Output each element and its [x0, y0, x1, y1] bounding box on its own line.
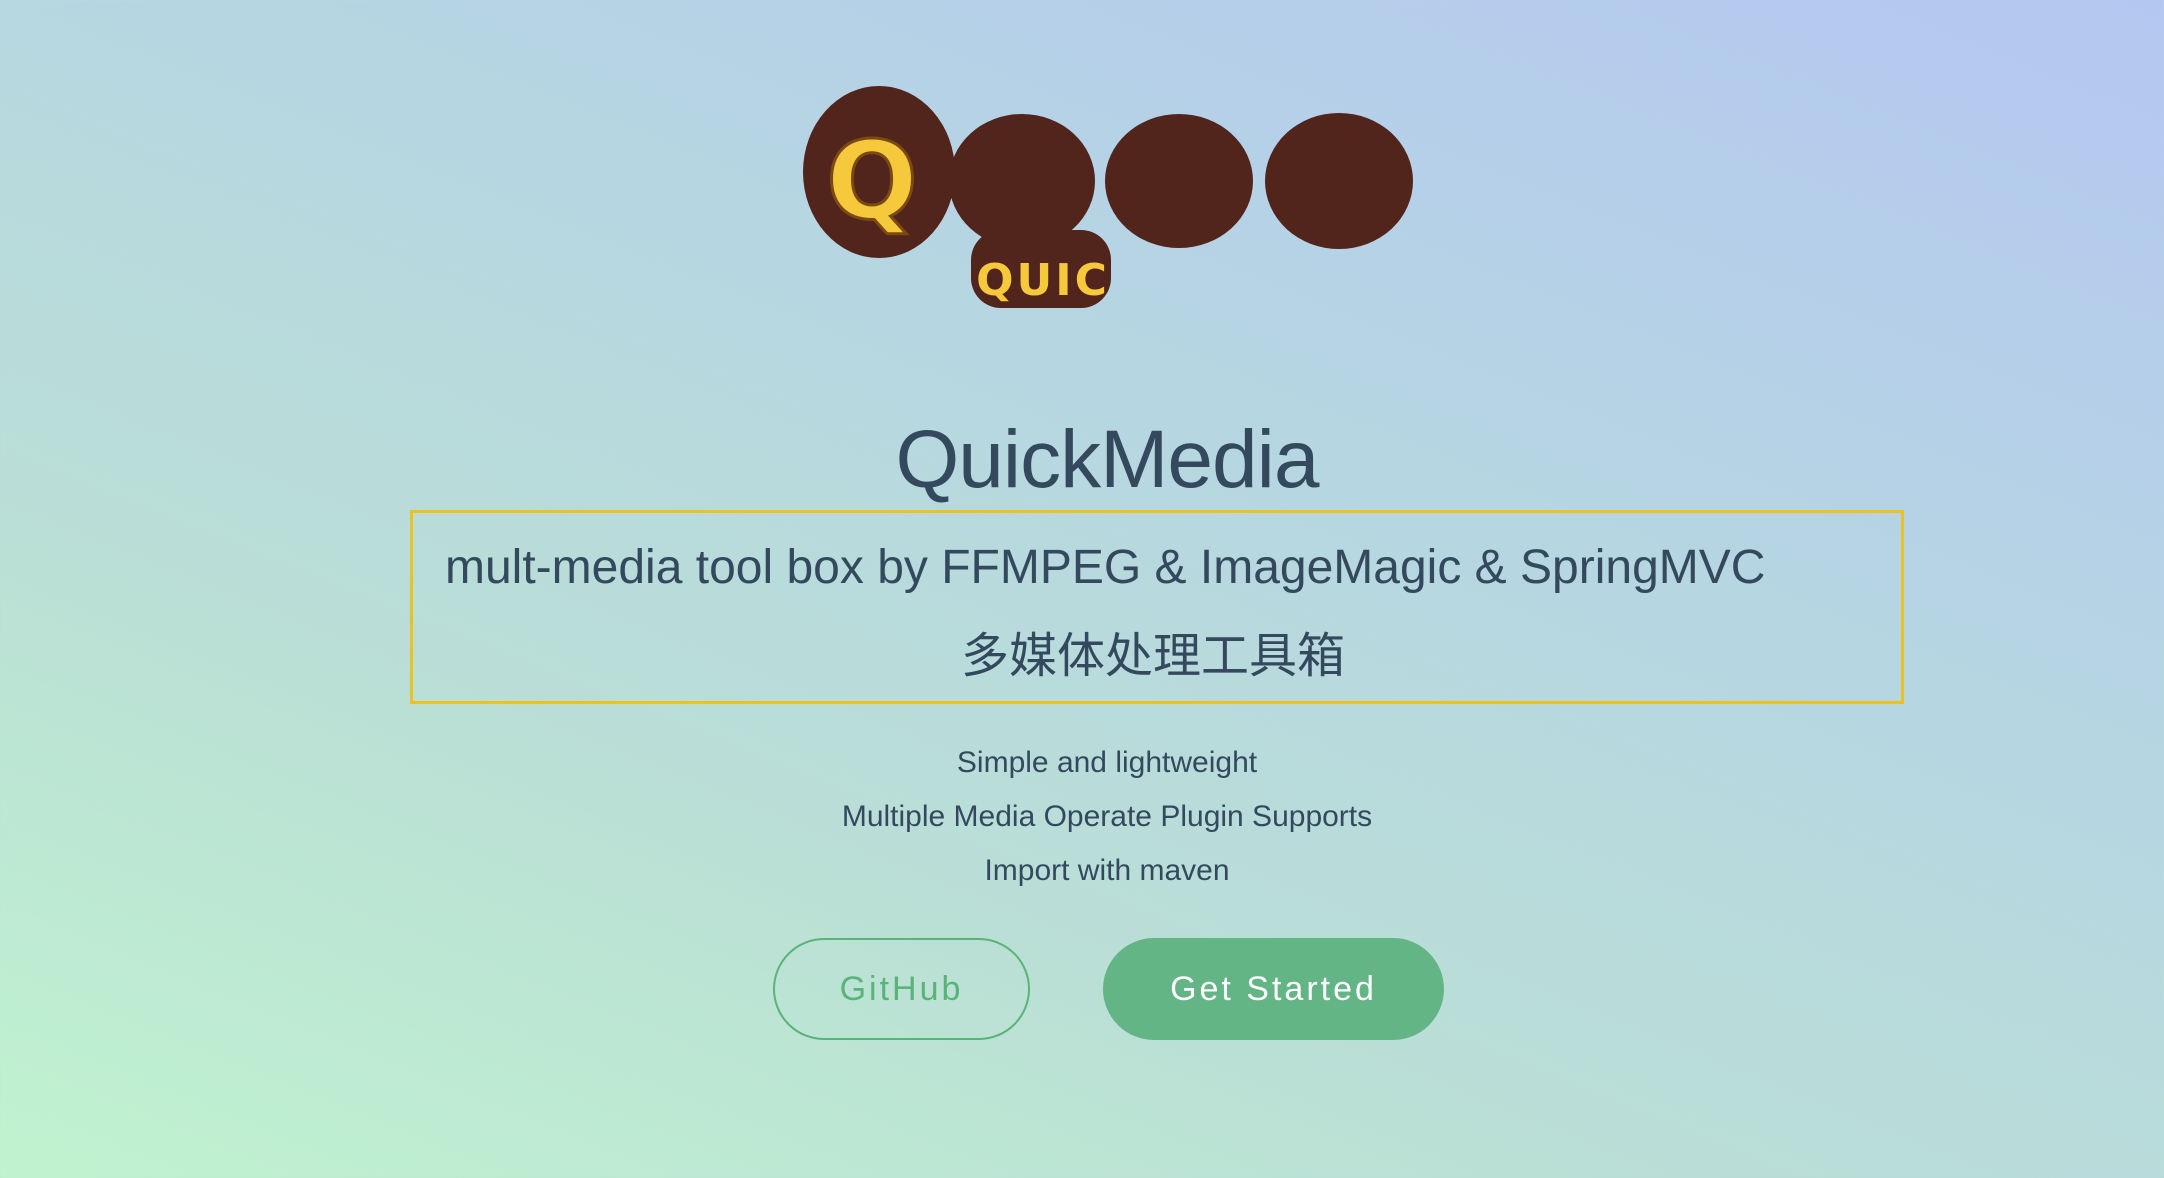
- feature-list: Simple and lightweight Multiple Media Op…: [0, 736, 2164, 898]
- logo-circle-2: [949, 114, 1095, 248]
- logo-graphic: Q QUIC: [803, 86, 1413, 308]
- feature-item: Simple and lightweight: [956, 746, 1258, 779]
- logo-circle-4: [1265, 113, 1413, 249]
- feature-item: Multiple Media Operate Plugin Supports: [841, 800, 1373, 833]
- feature-item: Import with maven: [984, 854, 1230, 887]
- quickmedia-logo: Q QUIC: [796, 80, 1416, 320]
- get-started-button[interactable]: Get Started: [1103, 938, 1444, 1040]
- tagline-box: mult-media tool box by FFMPEG & ImageMag…: [410, 510, 1904, 704]
- logo-letter: Q: [826, 119, 918, 244]
- logo-circle-3: [1105, 114, 1253, 248]
- cover-page: Q QUIC QuickMedia mult-media tool box by…: [0, 0, 2164, 1178]
- page-title: QuickMedia: [895, 413, 1320, 505]
- tagline-english: mult-media tool box by FFMPEG & ImageMag…: [445, 541, 1766, 594]
- github-button[interactable]: GitHub: [773, 938, 1030, 1040]
- logo-badge-text: QUIC: [976, 255, 1110, 306]
- tagline-chinese: 多媒体处理工具箱: [960, 628, 1345, 684]
